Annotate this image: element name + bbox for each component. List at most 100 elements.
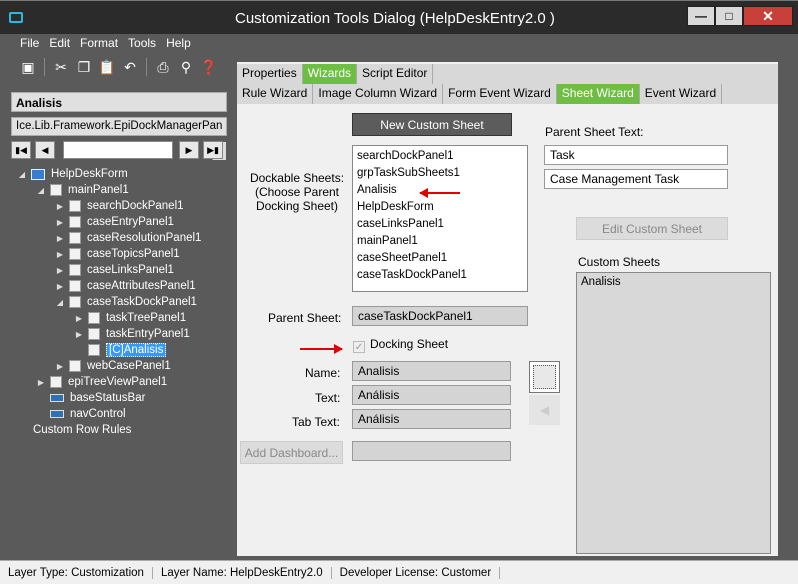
undo-icon[interactable]: ↶ — [120, 57, 140, 77]
list-item[interactable]: caseSheetPanel1 — [353, 251, 527, 268]
tab-script-editor[interactable]: Script Editor — [357, 64, 434, 84]
docking-sheet-label: Docking Sheet — [370, 337, 449, 351]
tab-rule-wizard[interactable]: Rule Wizard — [237, 84, 314, 104]
first-record-icon[interactable]: ▮◀ — [11, 141, 31, 159]
sheet-image-button[interactable] — [529, 361, 560, 393]
collapsed-icon[interactable]: ▶ — [55, 266, 65, 275]
copy-icon[interactable]: ❐ — [74, 57, 94, 77]
list-item[interactable]: caseLinksPanel1 — [353, 217, 527, 234]
dashboard-field[interactable] — [352, 441, 511, 461]
panel-icon — [69, 264, 81, 276]
help-icon[interactable]: ❓ — [199, 57, 219, 77]
tab-image-column-wizard[interactable]: Image Column Wizard — [313, 84, 444, 104]
tree-node[interactable]: ▶ taskEntryPanel1 — [74, 326, 190, 342]
custom-sheets-list[interactable]: Analisis — [576, 272, 771, 554]
expanded-icon[interactable]: ◢ — [36, 186, 46, 195]
collapsed-icon[interactable]: ▶ — [36, 378, 46, 387]
red-arrow-annotation — [419, 188, 460, 198]
tab-sheet-wizard[interactable]: Sheet Wizard — [556, 84, 640, 104]
panel-icon — [50, 376, 62, 388]
paste-icon[interactable]: 📋 — [97, 57, 117, 77]
edit-custom-sheet-button[interactable]: Edit Custom Sheet — [576, 217, 728, 240]
tree-node[interactable]: ◢ mainPanel1 — [36, 182, 129, 198]
toolbar-separator — [146, 58, 147, 76]
record-combo[interactable]: ▼ — [63, 141, 226, 160]
list-item[interactable]: Analisis — [577, 275, 770, 292]
menu-help[interactable]: Help — [166, 36, 191, 52]
parent-sheet-text-2[interactable]: Case Management Task — [544, 169, 728, 189]
status-license: Developer License: Customer — [332, 566, 501, 579]
new-custom-sheet-button[interactable]: New Custom Sheet — [352, 113, 512, 136]
panel-icon — [88, 344, 100, 356]
tab-form-event-wizard[interactable]: Form Event Wizard — [443, 84, 557, 104]
tree-node[interactable]: baseStatusBar — [36, 390, 145, 406]
tab-text-field[interactable]: Análisis — [352, 409, 511, 429]
collapsed-icon[interactable]: ▶ — [55, 218, 65, 227]
docking-sheet-checkbox[interactable]: ✓ — [353, 341, 365, 353]
panel-icon — [69, 232, 81, 244]
collapsed-icon[interactable]: ▶ — [55, 282, 65, 291]
app-icon — [9, 12, 23, 23]
parent-sheet-text-1[interactable]: Task — [544, 145, 728, 165]
collapsed-icon[interactable]: ▶ — [55, 362, 65, 371]
dockable-sheets-list[interactable]: searchDockPanel1 grpTaskSubSheets1 Analisi… — [352, 145, 528, 292]
next-record-icon[interactable]: ▶ — [179, 141, 199, 159]
panel-icon — [69, 280, 81, 292]
tree-node[interactable]: ▶ caseAttributesPanel1 — [55, 278, 196, 294]
cut-icon[interactable]: ✂ — [51, 57, 71, 77]
minimize-button[interactable]: — — [687, 6, 715, 26]
tab-event-wizard[interactable]: Event Wizard — [640, 84, 723, 104]
collapsed-icon[interactable]: ▶ — [55, 234, 65, 243]
tree-node[interactable]: navControl — [36, 406, 126, 422]
tree-node[interactable]: ▶ caseLinksPanel1 — [55, 262, 174, 278]
tree-node[interactable]: ▶ caseResolutionPanel1 — [55, 230, 201, 246]
tree-node[interactable]: ▶ epiTreeViewPanel1 — [36, 374, 167, 390]
tree-node[interactable]: ◢ caseTaskDockPanel1 — [55, 294, 197, 310]
tab-wizards[interactable]: Wizards — [302, 64, 358, 84]
panel-icon — [69, 216, 81, 228]
add-dashboard-button[interactable]: Add Dashboard... — [240, 441, 343, 464]
tree-node[interactable]: ▶ caseEntryPanel1 — [55, 214, 174, 230]
tree-node-label: taskTreePanel1 — [106, 312, 187, 324]
list-item[interactable]: grpTaskSubSheets1 — [353, 166, 527, 183]
save-icon[interactable]: ▣ — [18, 57, 38, 77]
close-button[interactable]: ✕ — [743, 6, 793, 26]
move-left-icon[interactable]: ◀ — [529, 395, 560, 425]
print-icon[interactable]: ⎙ — [153, 57, 173, 77]
list-item[interactable]: searchDockPanel1 — [353, 149, 527, 166]
tree-node[interactable]: ▶ taskTreePanel1 — [74, 310, 186, 326]
list-item[interactable]: caseTaskDockPanel1 — [353, 268, 527, 285]
collapsed-icon[interactable]: ▶ — [55, 202, 65, 211]
tab-properties[interactable]: Properties — [237, 64, 303, 84]
top-tabs: Properties Wizards Script Editor — [237, 64, 434, 84]
collapsed-icon[interactable]: ▶ — [74, 314, 84, 323]
tree-node[interactable]: ▶ caseTopicsPanel1 — [55, 246, 180, 262]
list-item[interactable]: HelpDeskForm — [353, 200, 527, 217]
text-field[interactable]: Análisis — [352, 385, 511, 405]
menu-file[interactable]: File — [20, 36, 39, 52]
toolbar-control-icon — [50, 410, 64, 418]
navigation-row: ▮◀ ◀ ▼ ▶ ▶▮ — [11, 141, 227, 160]
tree-node[interactable]: ◢ HelpDeskForm — [17, 166, 128, 182]
parent-sheet-field[interactable]: caseTaskDockPanel1 — [352, 306, 528, 326]
tree-node-label: epiTreeViewPanel1 — [68, 376, 168, 388]
maximize-button[interactable]: □ — [715, 6, 743, 26]
menu-format[interactable]: Format — [80, 36, 118, 52]
tree-node[interactable]: Custom Row Rules — [33, 422, 131, 438]
tree-node[interactable]: [C]Analisis — [74, 342, 167, 358]
collapsed-icon[interactable]: ▶ — [74, 330, 84, 339]
list-item[interactable]: mainPanel1 — [353, 234, 527, 251]
tree-node[interactable]: ▶ searchDockPanel1 — [55, 198, 184, 214]
name-field[interactable]: Analisis — [352, 361, 511, 381]
collapsed-icon[interactable]: ▶ — [55, 250, 65, 259]
previous-record-icon[interactable]: ◀ — [35, 141, 55, 159]
menu-edit[interactable]: Edit — [49, 36, 70, 52]
expanded-icon[interactable]: ◢ — [55, 298, 65, 307]
tree-node[interactable]: ▶ webCasePanel1 — [55, 358, 171, 374]
print-preview-icon[interactable]: ⚲ — [176, 57, 196, 77]
tree-node-label: caseEntryPanel1 — [87, 216, 174, 228]
menu-tools[interactable]: Tools — [128, 36, 156, 52]
expanded-icon[interactable]: ◢ — [17, 170, 27, 179]
panel-icon — [69, 200, 81, 212]
last-record-icon[interactable]: ▶▮ — [203, 141, 223, 159]
